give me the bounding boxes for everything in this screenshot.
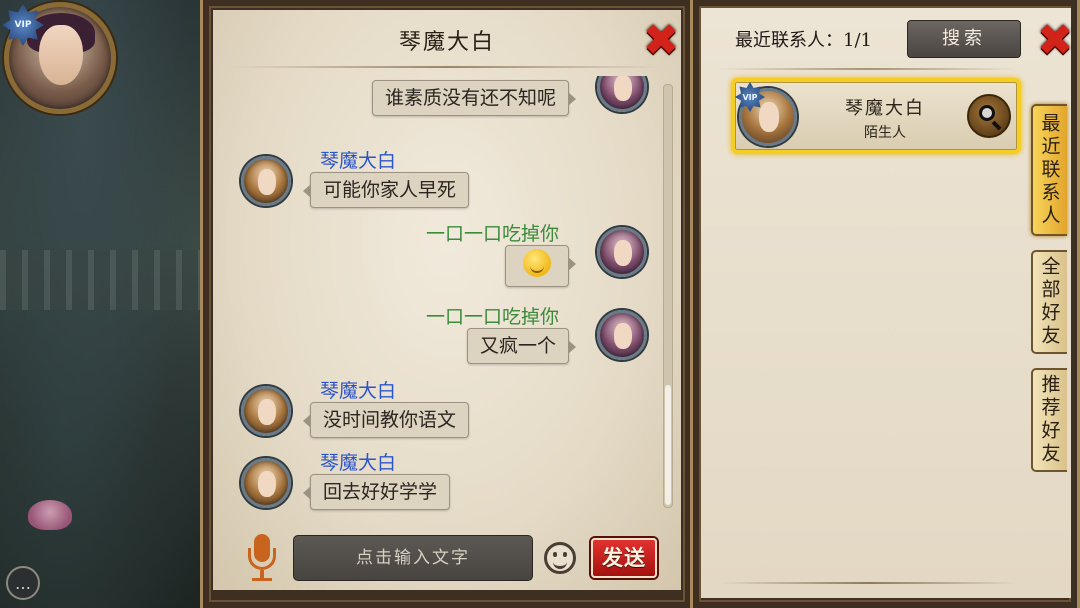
message-sender-name: 琴魔大白 (320, 380, 397, 402)
message-bubble: 回去好好学学 (302, 474, 451, 510)
shy-smile-emoji-icon (523, 249, 551, 277)
sender-avatar[interactable] (597, 310, 647, 360)
avatar-face (614, 240, 632, 266)
chat-bubble-icon[interactable]: … (6, 566, 40, 600)
message-bubble: 又疯一个 (466, 328, 577, 364)
sender-avatar[interactable] (241, 386, 291, 436)
message-bubble: 谁素质没有还不知呢 (371, 80, 577, 116)
vip-badge-label: VIP (14, 20, 32, 30)
mic-base (260, 570, 264, 578)
avatar-face (39, 25, 83, 85)
avatar-face (759, 102, 779, 132)
message-bubble (505, 245, 576, 287)
avatar-face (614, 323, 632, 349)
mic-foot (252, 578, 272, 581)
contacts-side-tabs: 最近联系人 全部好友 推荐好友 (1031, 104, 1067, 484)
title-divider (233, 66, 661, 68)
message-bubble: 没时间教你语文 (302, 402, 470, 438)
chat-title: 琴魔大白 (398, 30, 495, 55)
contacts-divider (719, 68, 1019, 70)
tab-all-friends[interactable]: 全部好友 (1031, 250, 1067, 354)
chat-close-button[interactable]: ✖ (637, 15, 685, 66)
message-sender-name: 一口一口吃掉你 (425, 306, 559, 328)
avatar-face (258, 169, 276, 195)
magnifier-handle (991, 120, 1002, 131)
background-lotus (28, 500, 72, 530)
contact-item[interactable]: VIP 琴魔大白 陌生人 (731, 78, 1021, 154)
contact-vip-badge: VIP (735, 82, 765, 112)
message-scrollbar[interactable] (663, 84, 673, 508)
search-button[interactable]: 搜索 (907, 20, 1021, 58)
message-bubble: 可能你家人早死 (302, 172, 470, 208)
sender-avatar[interactable] (241, 156, 291, 206)
sender-avatar[interactable] (597, 227, 647, 277)
contacts-close-button[interactable]: ✖ (1031, 15, 1079, 66)
contacts-panel: 最近联系人：1/1 搜索 ✖ VIP 琴魔大白 陌生人 最近联系人 全部好友 推… (690, 0, 1080, 608)
avatar-face (614, 76, 632, 101)
avatar-face (258, 399, 276, 425)
background-railing (0, 250, 210, 310)
tab-recent-contacts[interactable]: 最近联系人 (1031, 104, 1067, 236)
contact-status: 陌生人 (864, 125, 906, 141)
send-button[interactable]: 发送 (591, 538, 657, 578)
contact-name: 琴魔大白 (845, 98, 925, 119)
avatar-face (258, 471, 276, 497)
mic-stand (248, 548, 276, 570)
view-profile-magnifier-icon[interactable] (967, 94, 1011, 138)
chat-input-bar: 发送 (213, 524, 681, 590)
message-sender-name: 琴魔大白 (320, 452, 397, 474)
tab-recommended-friends[interactable]: 推荐好友 (1031, 368, 1067, 472)
message-input[interactable] (293, 535, 533, 581)
contact-vip-label: VIP (742, 92, 758, 102)
vip-badge: VIP (2, 4, 44, 46)
message-sender-name: 琴魔大白 (320, 150, 397, 172)
magnifier-lens (979, 105, 995, 121)
emoji-picker-icon[interactable] (544, 542, 576, 574)
sender-avatar[interactable] (597, 76, 647, 112)
message-sender-name: 一口一口吃掉你 (425, 223, 559, 245)
recent-contacts-count: 最近联系人：1/1 (735, 30, 872, 51)
contacts-parchment: 最近联系人：1/1 搜索 ✖ VIP 琴魔大白 陌生人 最近联系人 全部好友 推… (701, 8, 1073, 598)
sender-avatar[interactable] (241, 458, 291, 508)
chat-panel: 琴魔大白 ✖ 谁素质没有还不知呢 琴魔大白 可能你家人早死 一口一口吃掉你 一口… (200, 0, 694, 608)
chat-parchment: 琴魔大白 ✖ 谁素质没有还不知呢 琴魔大白 可能你家人早死 一口一口吃掉你 一口… (213, 10, 681, 590)
contacts-bottom-divider (719, 582, 1019, 584)
scrollbar-thumb[interactable] (665, 385, 671, 505)
message-list[interactable]: 谁素质没有还不知呢 琴魔大白 可能你家人早死 一口一口吃掉你 一口一口吃掉你 又… (223, 76, 663, 516)
microphone-icon[interactable] (245, 534, 279, 582)
